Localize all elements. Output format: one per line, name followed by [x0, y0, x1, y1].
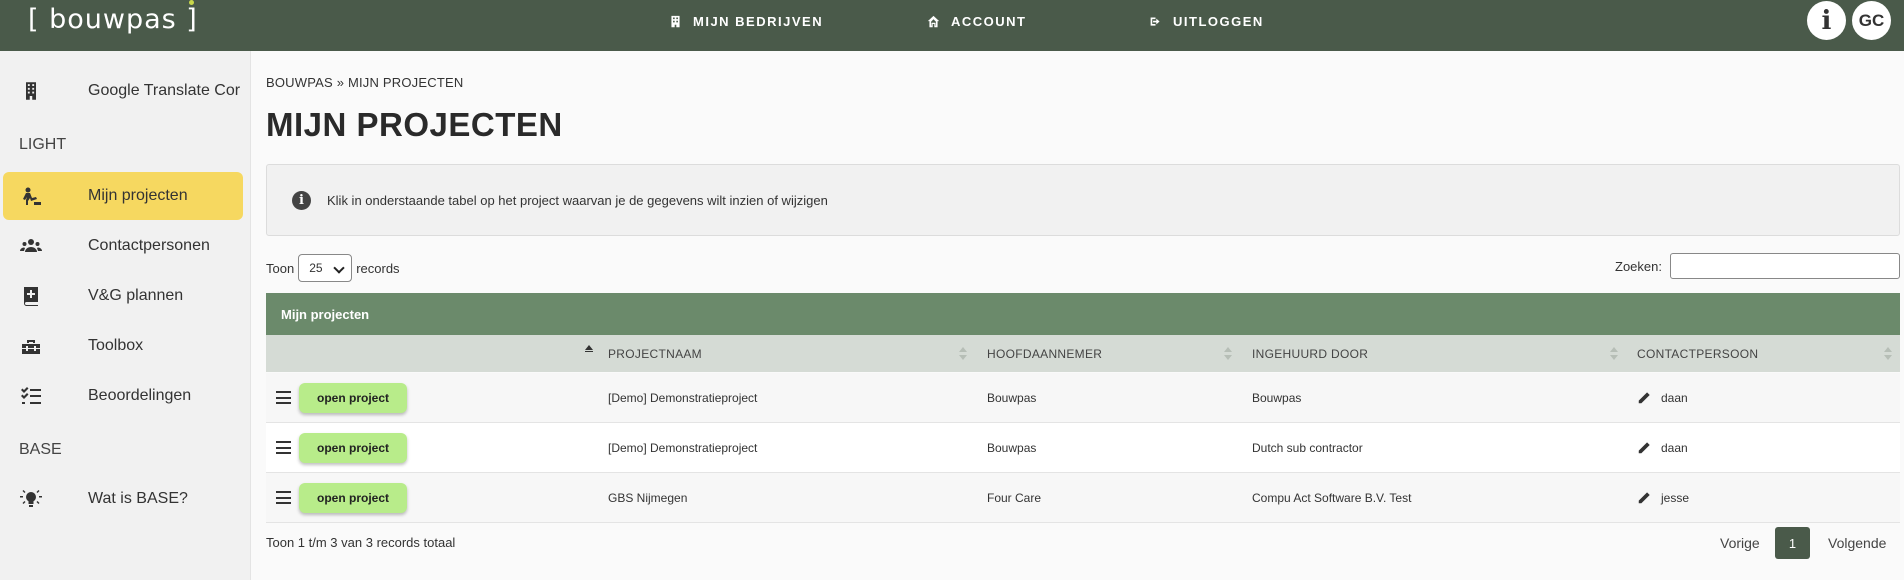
home-icon — [927, 15, 940, 27]
info-circle-icon: i — [292, 190, 311, 210]
cell-hoofdaannemer: Four Care — [987, 491, 1042, 505]
medical-book-icon — [23, 287, 38, 306]
pagination-next[interactable]: Volgende — [1828, 527, 1886, 559]
building-icon — [26, 82, 36, 100]
nav-mijn-bedrijven[interactable]: MIJN BEDRIJVEN — [669, 0, 823, 42]
sidebar-section-light: LIGHT — [19, 136, 67, 153]
search-label: Zoeken: — [1615, 258, 1662, 274]
page-title: MIJN PROJECTEN — [266, 106, 563, 143]
sidebar: Google Translate Cor LIGHT Mijn projecte… — [0, 51, 251, 580]
open-project-button[interactable]: open project — [299, 433, 407, 463]
cell-projectnaam: [Demo] Demonstratieproject — [608, 391, 758, 405]
open-project-button[interactable]: open project — [299, 383, 407, 413]
sidebar-section-base: BASE — [19, 441, 62, 458]
page-size-control: Toon 25 records — [266, 254, 400, 282]
users-icon — [20, 239, 42, 252]
pencil-icon[interactable] — [1637, 391, 1651, 405]
lightbulb-icon — [20, 490, 42, 507]
table-column-header: PROJECTNAAM HOOFDAANNEMER INGEHUURD DOOR… — [266, 335, 1900, 372]
hamburger-menu-icon[interactable] — [276, 391, 291, 404]
sidebar-item-wat-is-base[interactable]: Wat is BASE? — [3, 475, 243, 523]
pagination-previous[interactable]: Vorige — [1720, 527, 1760, 559]
user-avatar-button[interactable]: GC — [1852, 1, 1891, 40]
table-row[interactable]: open project GBS Nijmegen Four Care Comp… — [266, 473, 1900, 523]
toolbox-icon — [22, 340, 40, 354]
checklist-icon — [21, 387, 41, 404]
bouwpas-logo[interactable]: [ bouwpas ] — [28, 0, 198, 38]
table-title: Mijn projecten — [281, 306, 370, 322]
column-ingehuurd-door[interactable]: INGEHUURD DOOR — [1252, 335, 1368, 372]
logout-icon — [1150, 16, 1160, 26]
info-button[interactable]: i — [1807, 1, 1846, 40]
info-text: Klik in onderstaande tabel op het projec… — [327, 192, 828, 208]
sidebar-item-vg-plannen[interactable]: V&G plannen — [3, 272, 243, 320]
cell-contactpersoon[interactable]: daan — [1637, 423, 1688, 473]
table-title-bar: Mijn projecten — [266, 293, 1900, 335]
nav-account[interactable]: ACCOUNT — [927, 0, 1027, 42]
records-label: records — [356, 260, 400, 276]
records-summary: Toon 1 t/m 3 van 3 records totaal — [266, 535, 456, 550]
sidebar-item-company[interactable]: Google Translate Cor — [3, 67, 243, 115]
construction-worker-icon — [23, 187, 41, 205]
column-hoofdaannemer[interactable]: HOOFDAANNEMER — [987, 335, 1102, 372]
hamburger-menu-icon[interactable] — [276, 441, 291, 454]
cell-contactpersoon[interactable]: daan — [1637, 373, 1688, 423]
cell-contactpersoon[interactable]: jesse — [1637, 473, 1689, 523]
pencil-icon[interactable] — [1637, 491, 1651, 505]
pencil-icon[interactable] — [1637, 441, 1651, 455]
cell-ingehuurd-door: Dutch sub contractor — [1252, 441, 1363, 455]
cell-ingehuurd-door: Bouwpas — [1252, 391, 1302, 405]
column-contactpersoon[interactable]: CONTACTPERSOON — [1637, 335, 1758, 372]
sort-icon[interactable] — [1883, 347, 1893, 361]
open-project-button[interactable]: open project — [299, 483, 407, 513]
sort-icon[interactable] — [1223, 347, 1233, 361]
hamburger-menu-icon[interactable] — [276, 491, 291, 504]
sidebar-item-toolbox[interactable]: Toolbox — [3, 322, 243, 370]
info-box: i Klik in onderstaande tabel op het proj… — [266, 164, 1900, 236]
sidebar-item-contactpersonen[interactable]: Contactpersonen — [3, 222, 243, 270]
cell-hoofdaannemer: Bouwpas — [987, 441, 1037, 455]
nav-uitloggen[interactable]: UITLOGGEN — [1149, 0, 1264, 42]
sidebar-item-beoordelingen[interactable]: Beoordelingen — [3, 372, 243, 420]
sort-ascending-icon[interactable] — [584, 345, 594, 355]
column-projectnaam[interactable]: PROJECTNAAM — [608, 335, 702, 372]
page-size-select[interactable]: 25 — [298, 254, 353, 282]
sort-icon[interactable] — [958, 347, 968, 361]
top-bar: [ bouwpas ] MIJN BEDRIJVEN ACCOUNT UITLO… — [0, 0, 1904, 51]
sidebar-item-mijn-projecten[interactable]: Mijn projecten — [3, 172, 243, 220]
cell-projectnaam: [Demo] Demonstratieproject — [608, 441, 758, 455]
search-input[interactable] — [1670, 253, 1900, 279]
logo-dot — [188, 0, 194, 5]
pagination-page-1[interactable]: 1 — [1775, 527, 1810, 559]
breadcrumb[interactable]: BOUWPAS » MIJN PROJECTEN — [266, 75, 463, 90]
search-control: Zoeken: — [1615, 253, 1900, 279]
sort-icon[interactable] — [1609, 347, 1619, 361]
cell-hoofdaannemer: Bouwpas — [987, 391, 1037, 405]
toon-label: Toon — [266, 260, 295, 276]
table-row[interactable]: open project [Demo] Demonstratieproject … — [266, 373, 1900, 423]
table-row[interactable]: open project [Demo] Demonstratieproject … — [266, 423, 1900, 473]
building-icon — [671, 15, 680, 27]
cell-projectnaam: GBS Nijmegen — [608, 491, 688, 505]
cell-ingehuurd-door: Compu Act Software B.V. Test — [1252, 491, 1412, 505]
